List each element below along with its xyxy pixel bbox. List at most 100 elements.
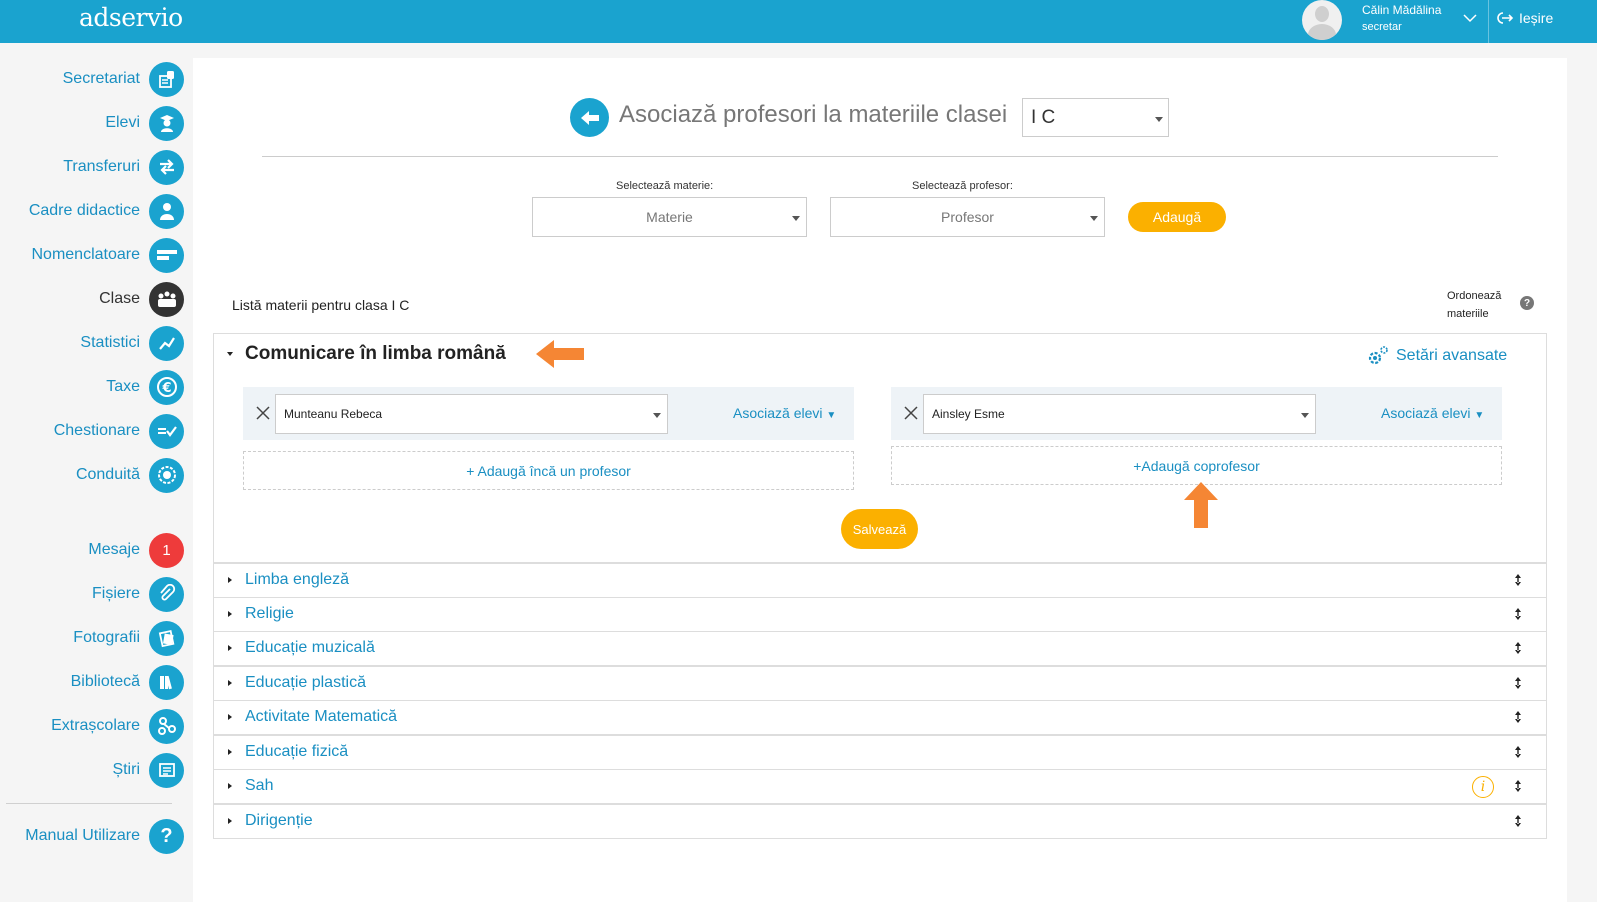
arrow-left-icon	[580, 110, 599, 125]
sidebar-item-label: Cadre didactice	[28, 202, 140, 219]
info-icon[interactable]: i	[1472, 776, 1494, 798]
teacher-dropdown[interactable]: Ainsley Esme	[923, 394, 1316, 434]
subject-list-title: Listă materii pentru clasa I C	[232, 297, 410, 313]
close-icon[interactable]	[255, 405, 271, 421]
subject-row[interactable]: Limba engleză	[213, 563, 1547, 598]
caret-down-icon: ▼	[826, 410, 837, 421]
order-label-line2: materiile	[1447, 308, 1489, 320]
subject-name: Limba engleză	[245, 571, 350, 588]
subject-title[interactable]: Comunicare în limba română	[245, 343, 506, 365]
sort-handle-icon[interactable]	[1514, 574, 1522, 586]
associate-students-link[interactable]: Asociază elevi ▼	[733, 405, 836, 421]
add-button[interactable]: Adaugă	[1128, 202, 1226, 232]
top-bar: adservio Călin Mădălina secretar Ieșire	[0, 0, 1597, 43]
order-subjects-link[interactable]: Ordonează materiile	[1447, 287, 1501, 323]
user-role: secretar	[1362, 21, 1402, 33]
arrow-up-annotation-icon	[1184, 482, 1218, 528]
teacher-row: Munteanu Rebeca Asociază elevi ▼	[243, 387, 854, 440]
sidebar-item-extrascolare[interactable]: Extrașcolare	[51, 708, 184, 744]
sort-handle-icon[interactable]	[1514, 780, 1522, 792]
teacher-dropdown[interactable]: Munteanu Rebeca	[275, 394, 668, 434]
sidebar-item-cadre-didactice[interactable]: Cadre didactice	[29, 193, 184, 229]
teacher-icon	[149, 193, 184, 229]
subject-name: Educație fizică	[245, 743, 349, 760]
subject-select-placeholder: Materie	[646, 209, 693, 225]
sort-handle-icon[interactable]	[1514, 608, 1522, 620]
associate-students-label: Asociază elevi	[733, 405, 823, 421]
caret-down-icon[interactable]	[227, 352, 233, 356]
sidebar-item-label: Extrașcolare	[51, 717, 140, 734]
sidebar-item-chestionare[interactable]: Chestionare	[54, 413, 184, 449]
subject-row[interactable]: Religie	[213, 597, 1547, 632]
sidebar-item-secretariat[interactable]: Secretariat	[63, 61, 184, 97]
sidebar-item-fotografii[interactable]: Fotografii	[73, 620, 184, 656]
sidebar-item-stiri[interactable]: Știri	[112, 752, 184, 788]
chevron-down-icon[interactable]	[1462, 10, 1478, 26]
caret-down-icon: ▼	[1474, 410, 1485, 421]
photos-icon	[149, 620, 184, 656]
sidebar-item-fisiere[interactable]: Fișiere	[92, 576, 184, 612]
arrow-left-annotation-icon	[536, 340, 584, 368]
sidebar-item-statistici[interactable]: Statistici	[80, 325, 184, 361]
sort-handle-icon[interactable]	[1514, 642, 1522, 654]
sidebar-item-clase[interactable]: Clase	[99, 281, 184, 317]
sidebar-item-taxe[interactable]: Taxe €	[106, 369, 184, 405]
add-coteacher-button[interactable]: +Adaugă coprofesor	[891, 446, 1502, 485]
chevron-down-icon	[1090, 216, 1098, 221]
caret-right-icon	[228, 645, 232, 651]
associate-students-link[interactable]: Asociază elevi ▼	[1381, 405, 1484, 421]
help-icon[interactable]: ?	[1520, 296, 1534, 310]
euro-icon: €	[149, 369, 184, 405]
sidebar-item-transferuri[interactable]: Transferuri	[63, 149, 184, 185]
sidebar-item-label: Taxe	[106, 378, 140, 395]
sort-handle-icon[interactable]	[1514, 746, 1522, 758]
subject-select-label: Selectează materie:	[616, 180, 714, 192]
sidebar-item-manual[interactable]: Manual Utilizare ?	[25, 818, 184, 854]
class-select[interactable]: I C	[1022, 98, 1169, 137]
user-avatar[interactable]	[1302, 0, 1342, 40]
subject-row[interactable]: Activitate Matematică	[213, 700, 1547, 735]
sidebar-item-label: Clase	[99, 290, 140, 307]
questionnaire-icon	[149, 413, 184, 449]
subject-row[interactable]: Educație fizică	[213, 735, 1547, 770]
sort-handle-icon[interactable]	[1514, 815, 1522, 827]
teacher-select[interactable]: Profesor	[830, 197, 1105, 237]
subject-row[interactable]: Educație muzicală	[213, 631, 1547, 666]
sidebar: Secretariat Elevi Transferuri Cadre dida…	[0, 43, 192, 902]
chevron-down-icon	[653, 413, 661, 418]
sidebar-item-elevi[interactable]: Elevi	[105, 105, 184, 141]
sidebar-item-label: Bibliotecă	[70, 673, 140, 690]
teacher-select-placeholder: Profesor	[941, 209, 994, 225]
conduct-icon	[149, 457, 184, 493]
statistics-icon	[149, 325, 184, 361]
transfer-icon	[149, 149, 184, 185]
logout-button[interactable]: Ieșire	[1496, 10, 1553, 26]
close-icon[interactable]	[903, 405, 919, 421]
sidebar-item-conduita[interactable]: Conduită	[76, 457, 184, 493]
save-button[interactable]: Salvează	[841, 509, 918, 549]
subject-row[interactable]: Sah i	[213, 769, 1547, 804]
add-another-teacher-button[interactable]: + Adaugă încă un profesor	[243, 451, 854, 490]
associate-students-label: Asociază elevi	[1381, 405, 1471, 421]
logout-label: Ieșire	[1519, 10, 1554, 26]
app-logo[interactable]: adservio	[79, 3, 183, 32]
back-button[interactable]	[570, 98, 609, 137]
sort-handle-icon[interactable]	[1514, 677, 1522, 689]
student-icon	[149, 105, 184, 141]
subject-row[interactable]: Dirigenție	[213, 804, 1547, 839]
sidebar-item-mesaje[interactable]: Mesaje 1	[88, 532, 184, 568]
news-icon	[149, 752, 184, 788]
sidebar-item-label: Fișiere	[91, 585, 140, 602]
sort-handle-icon[interactable]	[1514, 711, 1522, 723]
sidebar-item-label: Statistici	[80, 334, 140, 351]
caret-right-icon	[228, 783, 232, 789]
subject-row[interactable]: Educație plastică	[213, 666, 1547, 701]
teacher-dropdown-value: Ainsley Esme	[932, 407, 1005, 421]
sidebar-item-nomenclatoare[interactable]: Nomenclatoare	[32, 237, 184, 273]
advanced-settings-link[interactable]: Setări avansate	[1366, 345, 1507, 367]
logout-icon	[1497, 12, 1514, 24]
subject-select[interactable]: Materie	[532, 197, 807, 237]
sidebar-item-biblioteca[interactable]: Bibliotecă	[71, 664, 184, 700]
teacher-dropdown-value: Munteanu Rebeca	[284, 407, 383, 421]
user-name[interactable]: Călin Mădălina	[1362, 3, 1441, 17]
